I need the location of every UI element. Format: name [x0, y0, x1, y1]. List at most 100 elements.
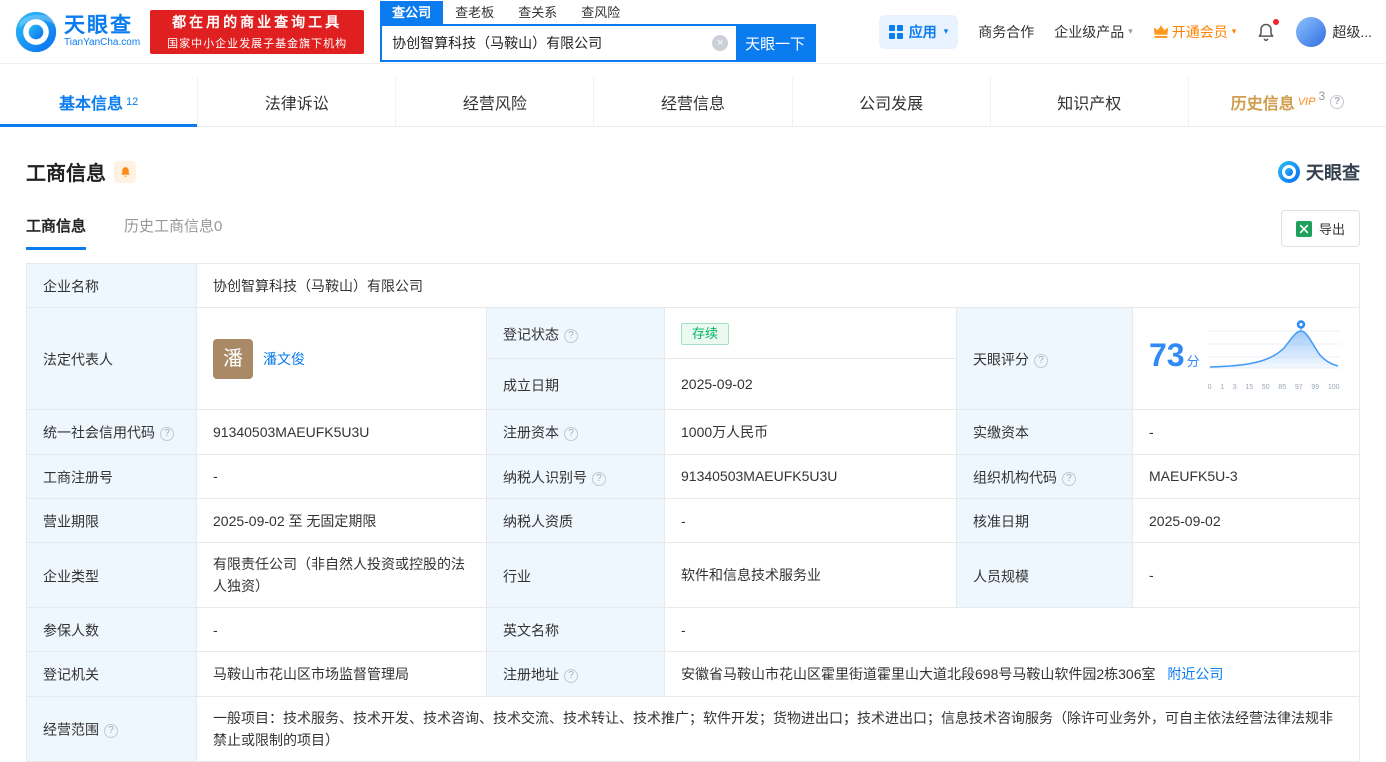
- nearby-companies-link[interactable]: 附近公司: [1167, 666, 1223, 682]
- logo-cn: 天眼查: [64, 13, 133, 37]
- field-label: 注册资本?: [486, 409, 665, 455]
- notification-dot: [1272, 17, 1281, 26]
- tab-label: 基本信息: [58, 95, 123, 113]
- tab-intellectual-property[interactable]: 知识产权: [991, 77, 1189, 126]
- section-title: 工商信息: [26, 163, 106, 185]
- search-tab-relation[interactable]: 查关系: [506, 1, 569, 24]
- tab-operating-info[interactable]: 经营信息: [594, 77, 793, 126]
- field-label: 统一社会信用代码?: [26, 409, 197, 455]
- status-badge: 存续: [681, 322, 730, 345]
- apps-menu[interactable]: 应用 ▾: [878, 14, 959, 49]
- help-icon[interactable]: ?: [564, 669, 578, 684]
- tab-history-info[interactable]: 历史信息 VIP 3 ?: [1189, 77, 1386, 126]
- reg-number-value: -: [196, 453, 487, 499]
- org-code-value: MAEUFK5U-3: [1132, 453, 1360, 499]
- logo-en: TianYanCha.com: [64, 36, 141, 48]
- company-name-value: 协创智算科技（马鞍山）有限公司: [196, 262, 1360, 309]
- help-glyph: ?: [1334, 96, 1341, 107]
- field-label: 行业: [486, 542, 665, 609]
- field-label: 核准日期: [956, 497, 1133, 544]
- reg-status-value: 存续: [664, 307, 957, 360]
- score-value: 73 分: [1149, 337, 1200, 374]
- help-icon[interactable]: ?: [592, 471, 606, 486]
- menu-business-coop[interactable]: 商务合作: [978, 22, 1034, 42]
- legal-rep-cell: 潘 潘文俊: [196, 307, 487, 411]
- user-account[interactable]: 超级...: [1296, 16, 1372, 47]
- staff-size-value: -: [1132, 542, 1360, 609]
- menu-open-vip[interactable]: 开通会员 ▾: [1153, 22, 1237, 42]
- export-button[interactable]: 导出: [1280, 210, 1360, 247]
- help-icon[interactable]: ?: [1034, 354, 1048, 369]
- main-content: 工商信息 天眼查 工商信息 历史工商信息0 导出 企业名称 协创智算科技（马鞍山…: [0, 157, 1386, 762]
- field-label: 组织机构代码?: [956, 453, 1133, 499]
- table-row: 登记机关 马鞍山市花山区市场监督管理局 注册地址? 安徽省马鞍山市花山区霍里街道…: [26, 651, 1360, 697]
- caret-down-icon: ▾: [943, 26, 949, 36]
- table-row: 企业名称 协创智算科技（马鞍山）有限公司: [26, 262, 1360, 309]
- table-row: 法定代表人 潘 潘文俊 登记状态? 存续 天眼评分? 73 分 0 1 3 15…: [26, 307, 1360, 411]
- table-row: 工商注册号 - 纳税人识别号? 91340503MAEUFK5U3U 组织机构代…: [26, 453, 1360, 499]
- watermark-logo: 天眼查: [1277, 159, 1360, 185]
- field-label: 法定代表人: [26, 307, 197, 411]
- caret-down-icon: ▾: [1128, 26, 1133, 36]
- company-type-value: 有限责任公司（非自然人投资或控股的法人独资）: [196, 542, 487, 609]
- promo-line2: 国家中小企业发展子基金旗下机构: [167, 38, 348, 50]
- tab-basic-info[interactable]: 基本信息 12: [0, 77, 199, 127]
- menu-enterprise-products[interactable]: 企业级产品 ▾: [1054, 22, 1133, 42]
- tab-count: 3: [1318, 89, 1326, 103]
- subscribe-bell-icon[interactable]: [114, 160, 136, 183]
- subtab-history-business-info[interactable]: 历史工商信息0: [124, 215, 222, 250]
- legal-rep-avatar[interactable]: 潘: [213, 338, 253, 379]
- business-info-table: 企业名称 协创智算科技（马鞍山）有限公司 法定代表人 潘 潘文俊 登记状态? 存…: [26, 262, 1360, 762]
- credit-code-value: 91340503MAEUFK5U3U: [196, 409, 487, 455]
- notification-bell-icon[interactable]: [1256, 17, 1281, 43]
- tab-company-development[interactable]: 公司发展: [793, 77, 991, 126]
- apps-label: 应用: [908, 23, 937, 40]
- tab-operating-risk[interactable]: 经营风险: [396, 77, 595, 126]
- tianyancha-logo[interactable]: 天眼查 TianYanCha.com: [14, 10, 140, 54]
- promo-line1: 都在用的商业查询工具: [172, 14, 343, 30]
- score-chart: 0 1 3 15 50 85 97 99 100: [1207, 318, 1340, 399]
- tab-label: 经营信息: [660, 95, 725, 113]
- reg-address-cell: 安徽省马鞍山市花山区霍里街道霍里山大道北段698号马鞍山软件园2栋306室 附近…: [664, 651, 1360, 697]
- vip-label: 开通会员: [1171, 23, 1228, 40]
- table-row: 企业类型 有限责任公司（非自然人投资或控股的法人独资） 行业 软件和信息技术服务…: [26, 542, 1360, 609]
- tianyancha-logo-icon: [1278, 160, 1300, 183]
- search-tab-risk[interactable]: 查风险: [569, 1, 632, 24]
- field-label: 企业名称: [26, 262, 197, 309]
- tab-label: 公司发展: [859, 95, 924, 113]
- search-input[interactable]: [382, 26, 737, 60]
- search-area: 查公司 查老板 查关系 查风险 × 天眼一下: [380, 1, 817, 62]
- help-icon[interactable]: ?: [564, 427, 578, 442]
- tab-label: 经营风险: [462, 95, 527, 113]
- search-tabs: 查公司 查老板 查关系 查风险: [380, 1, 816, 24]
- search-tab-company[interactable]: 查公司: [380, 1, 444, 24]
- field-label: 参保人数: [26, 607, 197, 653]
- search-tab-boss[interactable]: 查老板: [443, 1, 506, 24]
- field-label: 天眼评分?: [956, 307, 1133, 411]
- export-label: 导出: [1318, 222, 1345, 237]
- help-icon[interactable]: ?: [1330, 94, 1345, 109]
- establish-date-value: 2025-09-02: [664, 358, 957, 411]
- caret-down-icon: ▾: [1231, 26, 1237, 36]
- legal-rep-link[interactable]: 潘文俊: [263, 348, 305, 370]
- tab-label: 历史信息: [1230, 95, 1295, 113]
- table-row: 参保人数 - 英文名称 -: [26, 607, 1360, 653]
- username: 超级...: [1332, 23, 1372, 40]
- avatar: [1296, 16, 1327, 47]
- help-icon[interactable]: ?: [564, 328, 578, 343]
- paid-capital-value: -: [1132, 409, 1360, 455]
- approval-date-value: 2025-09-02: [1132, 497, 1360, 544]
- help-icon[interactable]: ?: [104, 724, 118, 739]
- help-icon[interactable]: ?: [1062, 471, 1076, 486]
- tab-legal-proceedings[interactable]: 法律诉讼: [198, 77, 397, 126]
- field-label: 营业期限: [26, 497, 197, 544]
- field-label: 工商注册号: [26, 453, 197, 499]
- apps-grid-icon: [888, 24, 903, 39]
- field-label: 企业类型: [26, 542, 197, 609]
- promo-badge: 都在用的商业查询工具 国家中小企业发展子基金旗下机构: [150, 9, 365, 54]
- tab-label: 法律诉讼: [264, 95, 329, 113]
- help-icon[interactable]: ?: [160, 427, 174, 442]
- field-label: 实缴资本: [956, 409, 1133, 455]
- subtab-business-info[interactable]: 工商信息: [26, 215, 87, 250]
- search-button[interactable]: 天眼一下: [736, 26, 815, 60]
